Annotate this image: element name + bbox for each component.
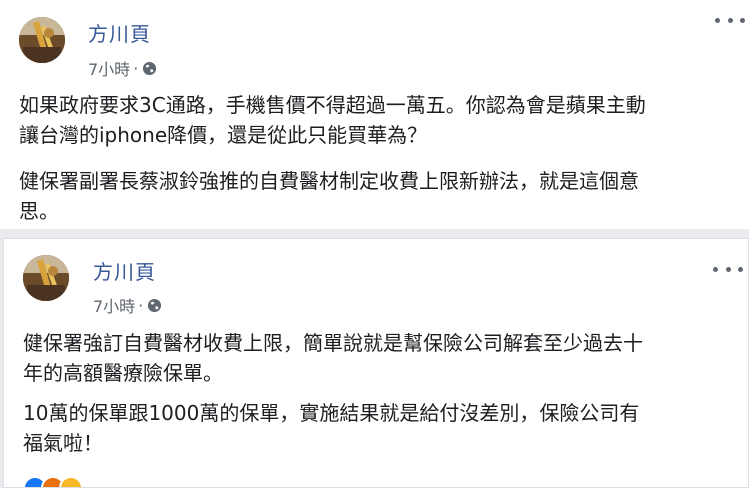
avatar[interactable] [23,255,69,301]
meta-separator: · [138,295,144,315]
meta-separator: · [133,58,139,78]
globe-icon[interactable] [147,298,162,313]
timestamp[interactable]: 7小時 [88,56,130,80]
post-text-paragraph: 健保署強訂自費醫材收費上限，簡單說就是幫保險公司解套至少過去十 年的高額醫療險保… [23,331,643,385]
author-name[interactable]: 方川頁 [88,18,151,47]
more-options-icon[interactable] [715,14,745,26]
avatar[interactable] [19,17,65,63]
post-card-1: 方川頁 7小時 · 如果政府要求3C通路，手機售價不得超過一萬五。你認為會是蘋果… [0,0,749,229]
more-options-icon[interactable] [713,263,743,275]
post-card-2: 方川頁 7小時 · 健保署強訂自費醫材收費上限，簡單說就是幫保險公司解套至少過去… [3,238,749,488]
author-name[interactable]: 方川頁 [93,256,156,285]
reactions-summary[interactable] [23,476,83,487]
haha-reaction-icon [59,476,83,487]
post-meta: 7小時 · [93,293,162,317]
globe-icon[interactable] [142,61,157,76]
post-meta: 7小時 · [88,56,157,80]
timestamp[interactable]: 7小時 [93,293,135,317]
post-text-paragraph: 10萬的保單跟1000萬的保單，實施結果就是給付沒差別，保險公司有 福氣啦！ [23,401,640,455]
post-text-paragraph: 如果政府要求3C通路，手機售價不得超過一萬五。你認為會是蘋果主動 讓台灣的iph… [19,93,646,147]
avatar-image [23,255,69,301]
post-text-paragraph: 健保署副署長蔡淑鈴強推的自費醫材制定收費上限新辦法，就是這個意 思。 [19,169,639,223]
avatar-image [19,17,65,63]
